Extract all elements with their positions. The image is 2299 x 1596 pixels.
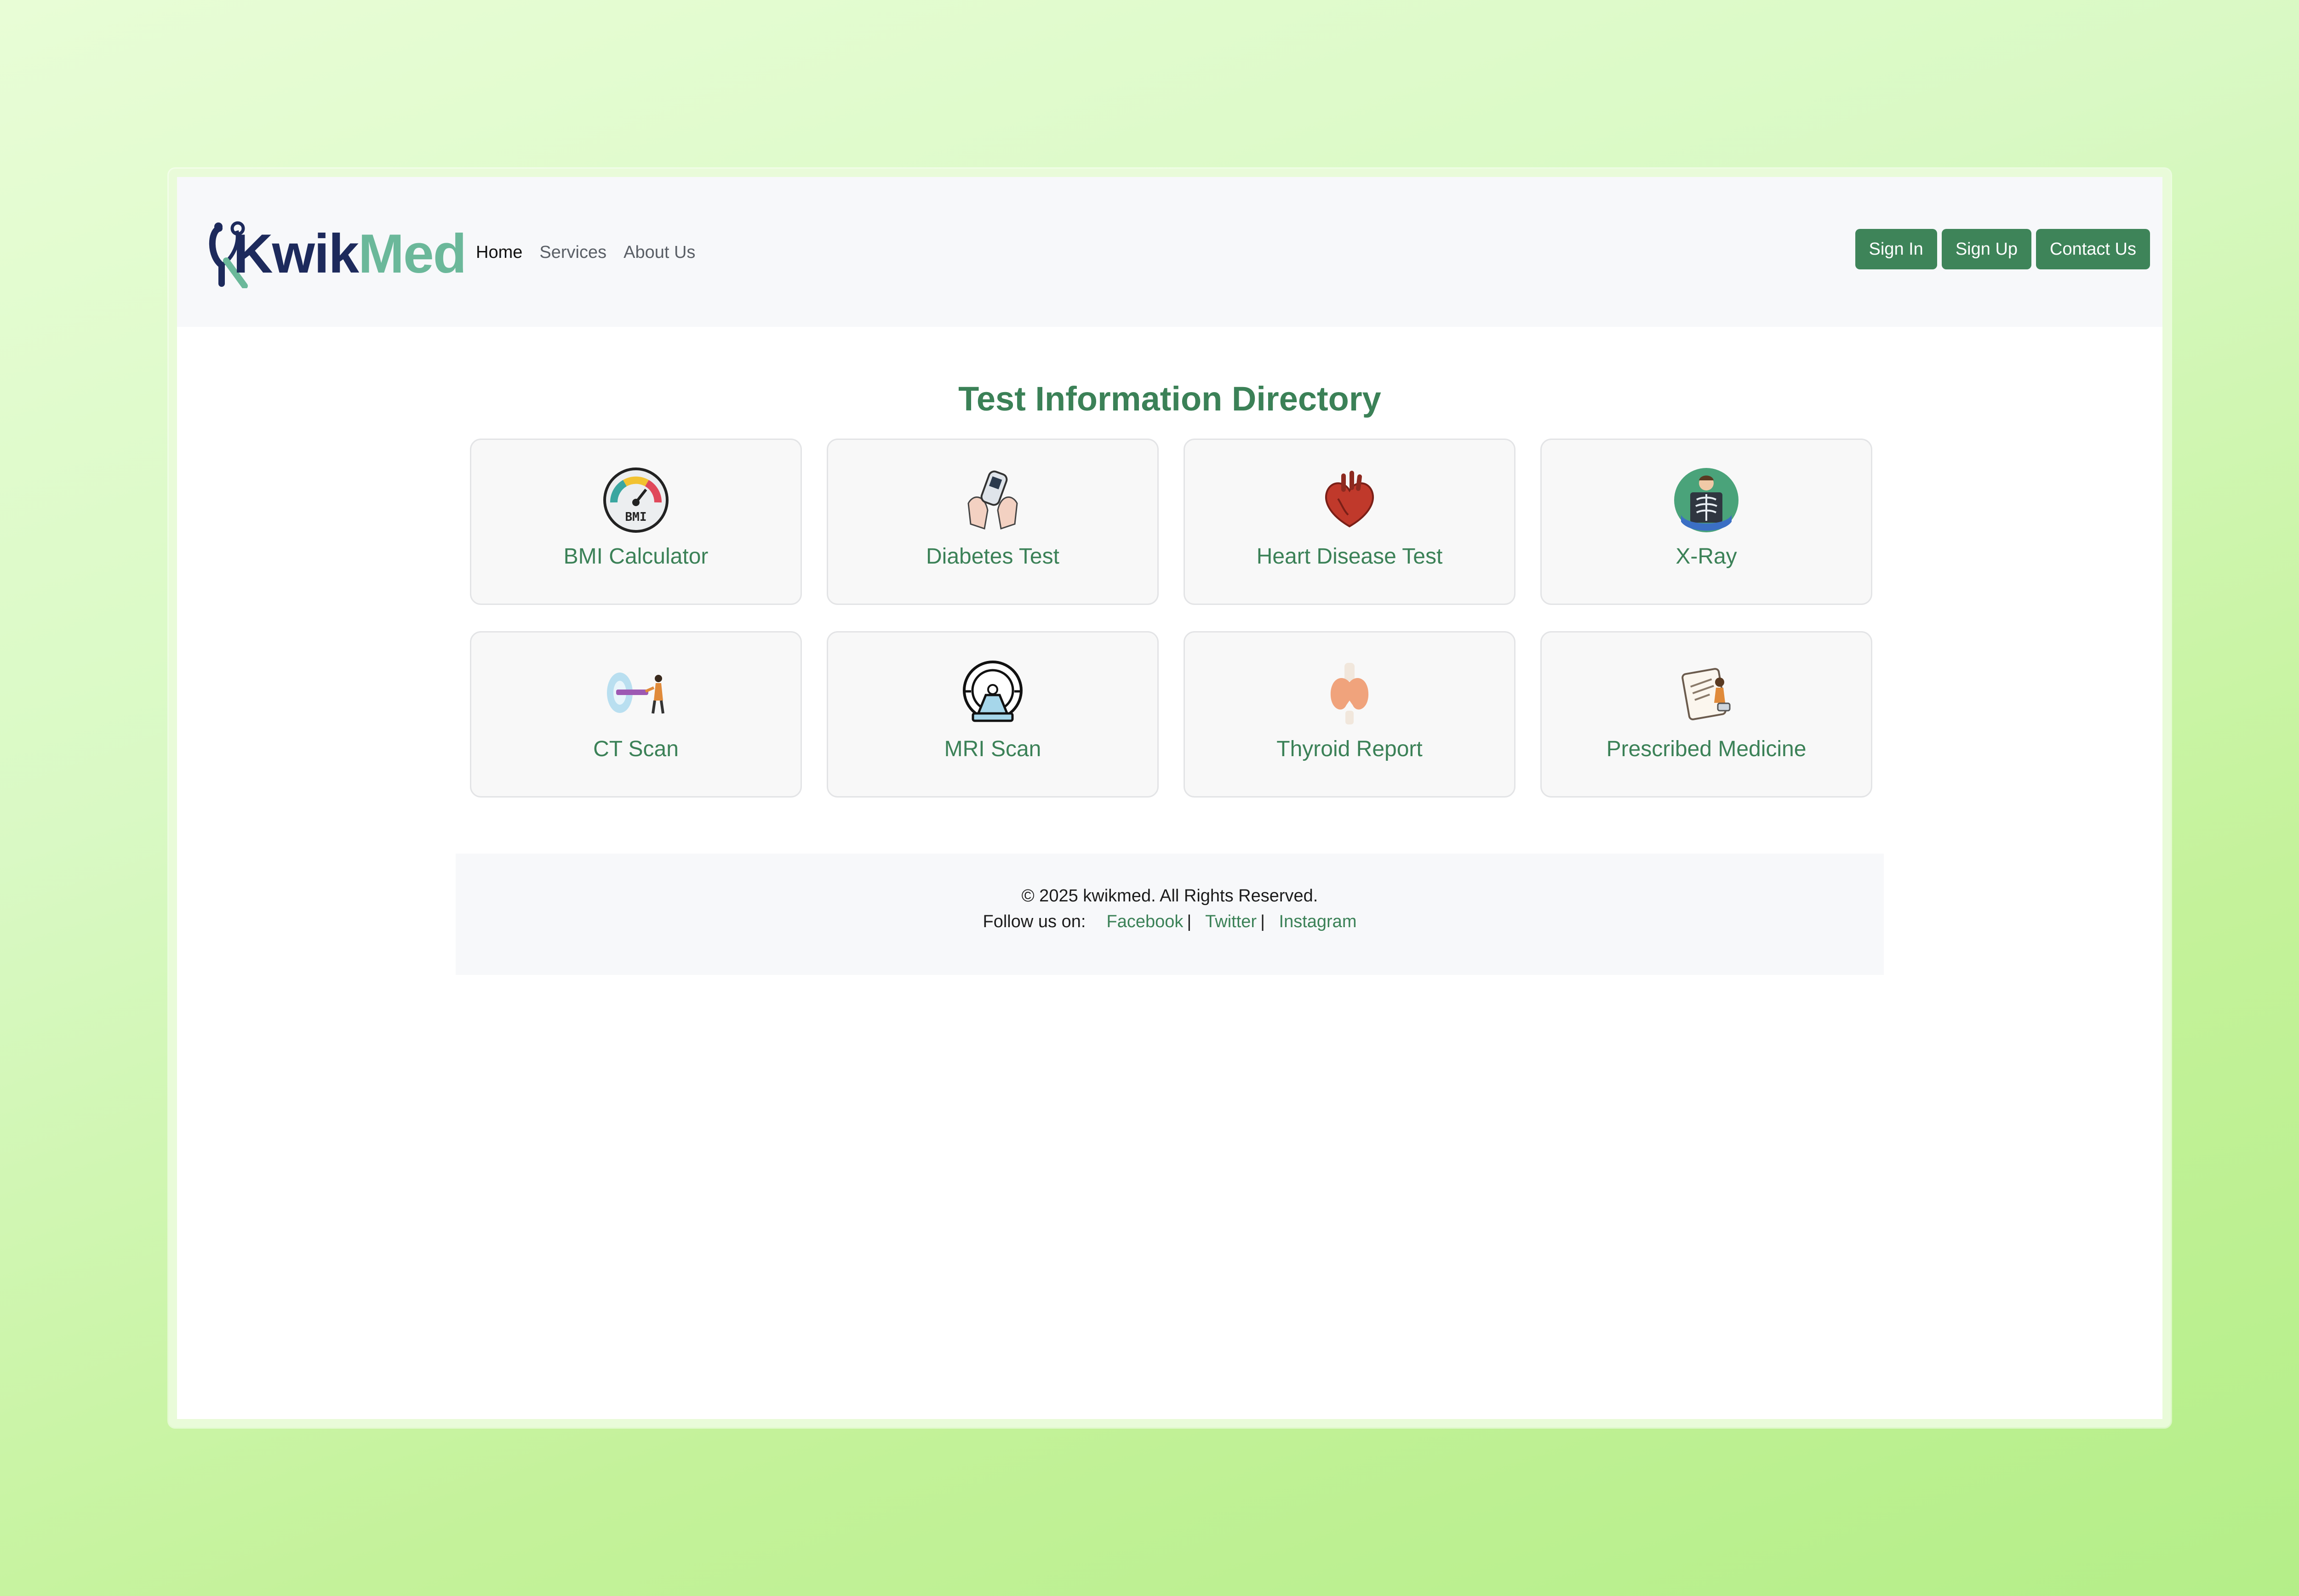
nav-home[interactable]: Home bbox=[476, 239, 522, 266]
test-card-grid: BMI BMI Calculator Diabetes Test Heart D… bbox=[470, 439, 1872, 798]
prescription-icon bbox=[1673, 659, 1740, 726]
card-label: BMI Calculator bbox=[563, 544, 709, 569]
logo-kwik-text: Kwik bbox=[233, 223, 359, 285]
card-mri-scan[interactable]: MRI Scan bbox=[827, 631, 1159, 798]
page-title: Test Information Directory bbox=[958, 380, 1381, 418]
card-label: X-Ray bbox=[1676, 544, 1737, 569]
card-label: Thyroid Report bbox=[1276, 737, 1423, 761]
card-heart-disease-test[interactable]: Heart Disease Test bbox=[1184, 439, 1516, 605]
heart-icon bbox=[1316, 467, 1383, 534]
glucometer-icon bbox=[959, 467, 1026, 534]
kwikmed-logo[interactable]: KwikMed bbox=[206, 219, 467, 288]
mri-machine-icon bbox=[959, 659, 1026, 726]
card-label: Diabetes Test bbox=[926, 544, 1059, 569]
card-x-ray[interactable]: X-Ray bbox=[1540, 439, 1872, 605]
nav-about-us[interactable]: About Us bbox=[623, 239, 695, 266]
follow-label: Follow us on: bbox=[983, 912, 1086, 931]
svg-text:BMI: BMI bbox=[625, 510, 647, 524]
card-diabetes-test[interactable]: Diabetes Test bbox=[827, 439, 1159, 605]
sign-up-button[interactable]: Sign Up bbox=[1941, 229, 2032, 269]
browser-window: KwikMed Home Services About Us Sign In S… bbox=[169, 169, 2171, 1427]
navbar: KwikMed Home Services About Us Sign In S… bbox=[177, 177, 2162, 327]
instagram-link[interactable]: Instagram bbox=[1279, 912, 1357, 931]
bmi-gauge-icon: BMI bbox=[602, 467, 669, 534]
card-label: Heart Disease Test bbox=[1256, 544, 1443, 569]
separator: | bbox=[1187, 912, 1192, 931]
footer-copyright: © 2025 kwikmed. All Rights Reserved. bbox=[1021, 886, 1318, 906]
card-prescribed-medicine[interactable]: Prescribed Medicine bbox=[1540, 631, 1872, 798]
card-label: MRI Scan bbox=[944, 737, 1041, 761]
footer-social: Follow us on: Facebook | Twitter | Instagr… bbox=[456, 909, 1884, 935]
facebook-link[interactable]: Facebook bbox=[1107, 912, 1184, 931]
sign-in-button[interactable]: Sign In bbox=[1855, 229, 1937, 269]
footer: © 2025 kwikmed. All Rights Reserved. Fol… bbox=[456, 854, 1884, 975]
nav-links: Home Services About Us bbox=[476, 239, 695, 266]
nav-services[interactable]: Services bbox=[539, 239, 606, 266]
xray-icon bbox=[1673, 467, 1740, 534]
twitter-link[interactable]: Twitter bbox=[1205, 912, 1257, 931]
logo-med-text: Med bbox=[358, 223, 467, 285]
card-thyroid-report[interactable]: Thyroid Report bbox=[1184, 631, 1516, 798]
card-bmi-calculator[interactable]: BMI BMI Calculator bbox=[470, 439, 802, 605]
separator: | bbox=[1260, 912, 1265, 931]
contact-us-button[interactable]: Contact Us bbox=[2036, 229, 2150, 269]
thyroid-icon bbox=[1316, 659, 1383, 726]
nav-buttons: Sign In Sign Up Contact Us bbox=[1855, 229, 2150, 269]
card-label: Prescribed Medicine bbox=[1606, 737, 1807, 761]
card-label: CT Scan bbox=[593, 737, 679, 761]
ct-scanner-icon bbox=[602, 659, 669, 726]
card-ct-scan[interactable]: CT Scan bbox=[470, 631, 802, 798]
